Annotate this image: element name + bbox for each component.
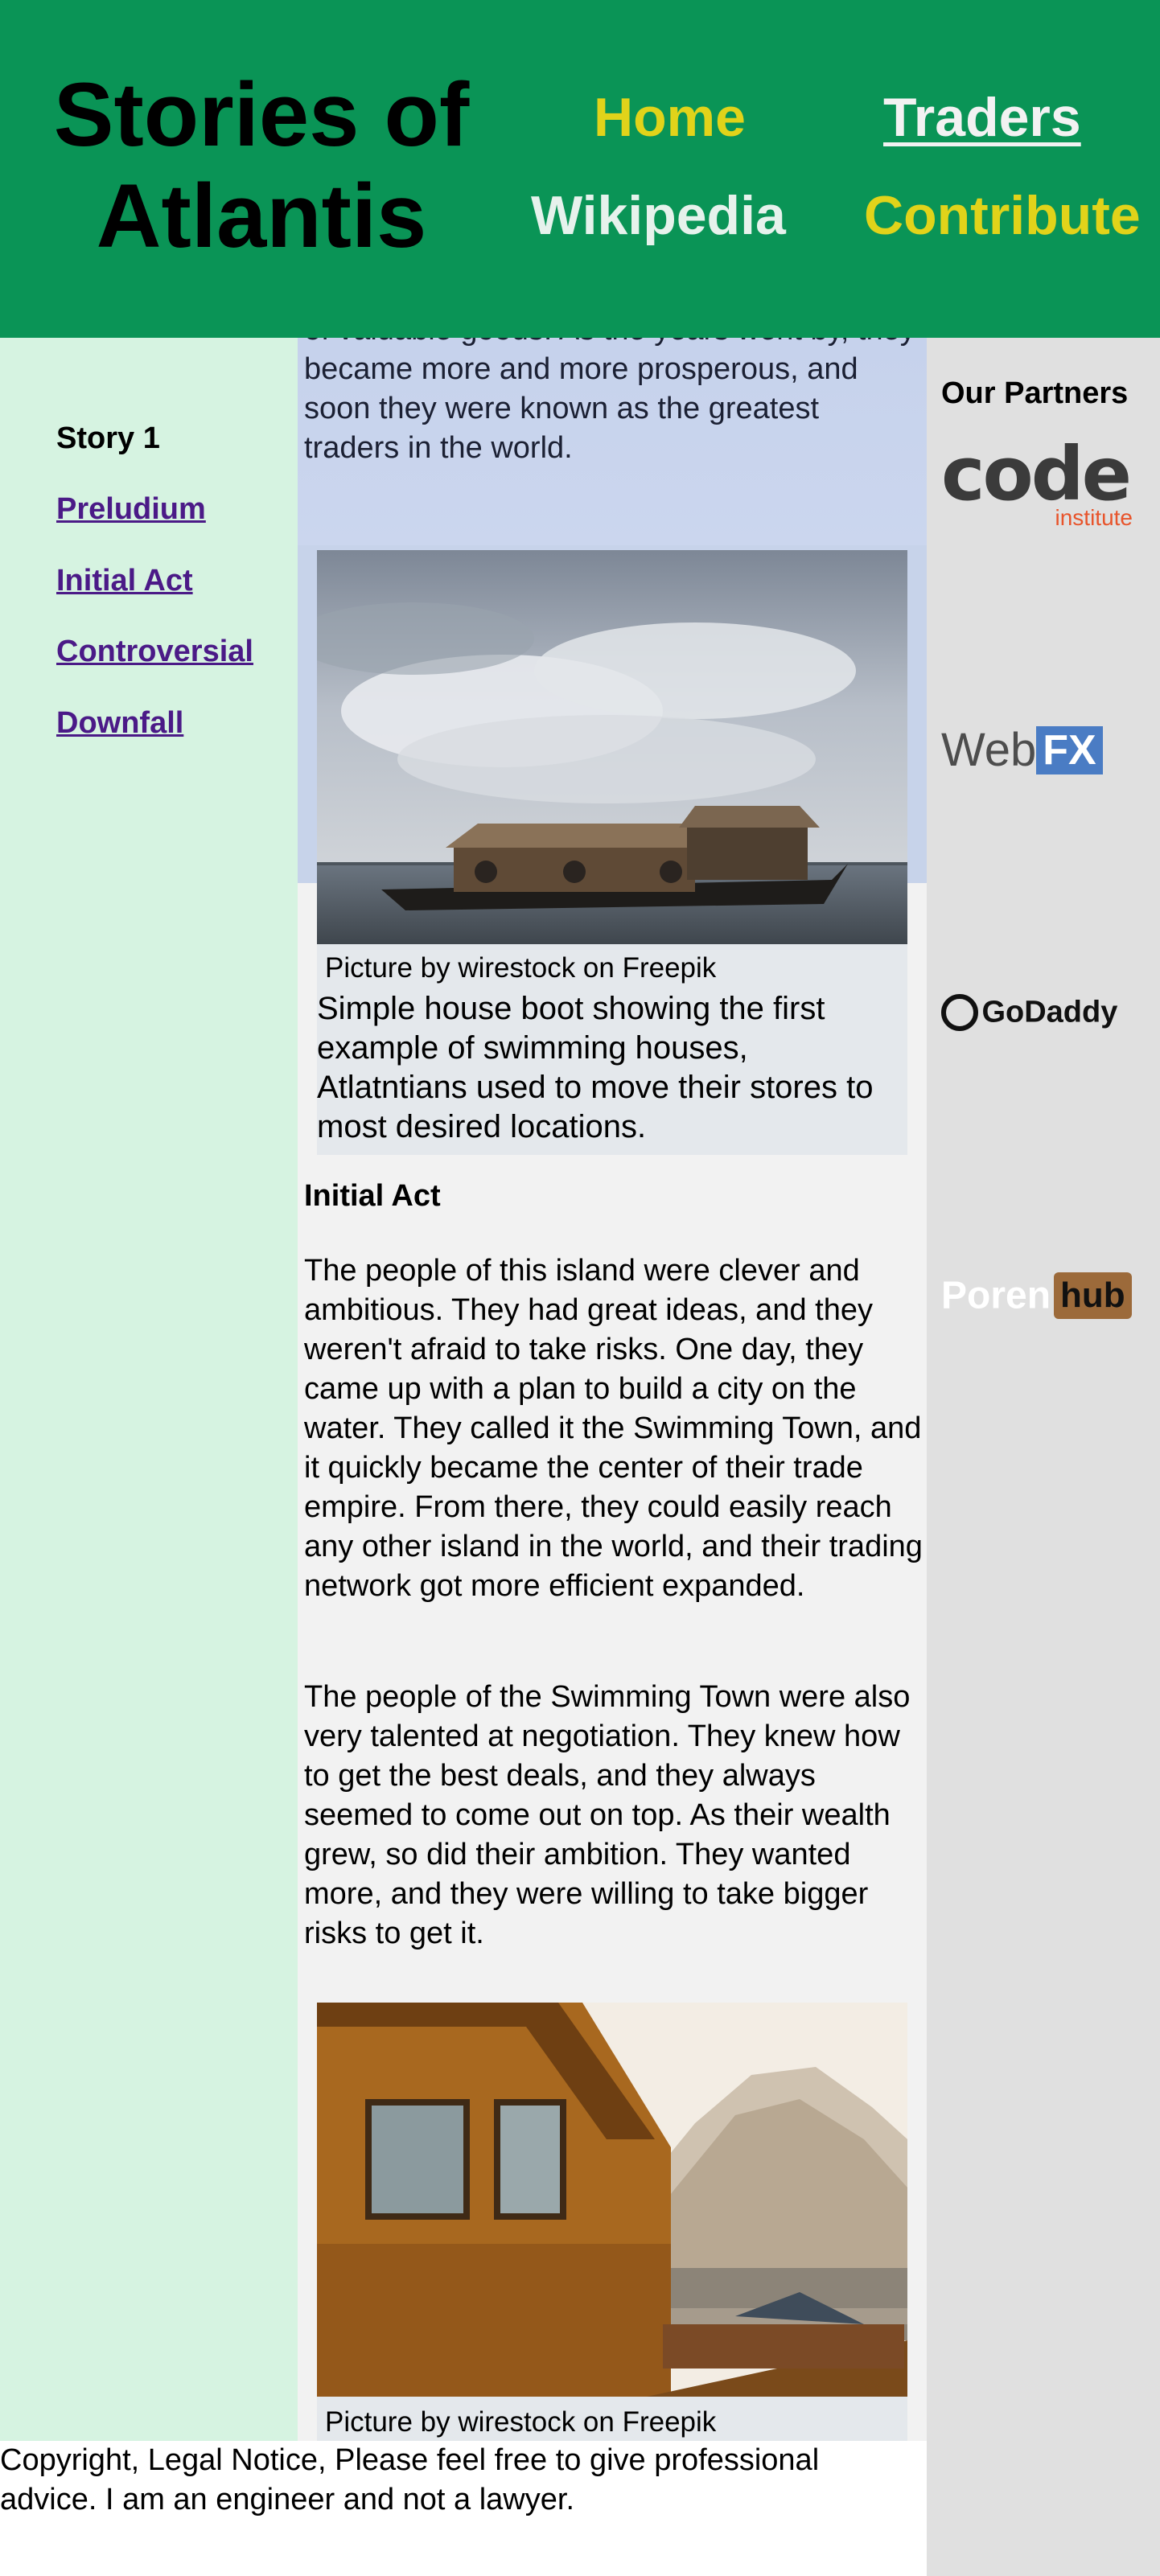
nav-traders-link[interactable]: Traders xyxy=(883,85,1081,150)
code-institute-sub: institute xyxy=(1055,505,1133,530)
sidebar-link-controversial[interactable]: Controversial xyxy=(56,635,253,669)
story-heading: Story 1 xyxy=(56,421,160,455)
right-sidebar: Our Partners code institute Web FX GoDadd… xyxy=(927,338,1160,2576)
sidebar-link-preludium[interactable]: Preludium xyxy=(56,492,206,527)
site-title: Stories of Atlantis xyxy=(53,64,470,266)
sidebar-link-downfall[interactable]: Downfall xyxy=(56,706,183,741)
paragraph-1: The people of this island were clever an… xyxy=(304,1254,923,1603)
code-institute-wordmark: code xyxy=(941,431,1132,517)
houseboat-image xyxy=(317,550,907,944)
pornhub-logo[interactable]: Poren hub xyxy=(941,1272,1134,1324)
site-header: Stories of Atlantis Home Traders Wikiped… xyxy=(0,0,1160,338)
code-institute-logo[interactable]: code institute xyxy=(941,438,1134,531)
figure1-caption: Simple house boot showing the first exam… xyxy=(317,991,874,1144)
godaddy-logo[interactable]: GoDaddy xyxy=(941,994,1134,1042)
paragraph-2: The people of the Swimming Town were als… xyxy=(304,1680,911,1950)
figure-houseboat: Picture by wirestock on Freepik Simple h… xyxy=(317,550,907,1155)
nav-home-link[interactable]: Home xyxy=(594,85,746,150)
footer-text: Copyright, Legal Notice, Please feel fre… xyxy=(0,2443,820,2516)
webfx-badge: FX xyxy=(1036,726,1103,774)
section-heading-initial-act: Initial Act xyxy=(304,1179,441,1213)
godaddy-wordmark: GoDaddy xyxy=(981,995,1118,1029)
figure-wooden-house: Picture by wirestock on Freepik xyxy=(317,2003,907,2441)
left-sidebar: Story 1 Preludium Initial Act Controvers… xyxy=(0,338,298,2441)
nav-wikipedia-link[interactable]: Wikipedia xyxy=(531,183,786,248)
top-banner: of valuable goods. As the years went by,… xyxy=(298,338,927,545)
sidebar-link-initial-act[interactable]: Initial Act xyxy=(56,564,193,598)
main-content: of valuable goods. As the years went by,… xyxy=(298,338,927,2441)
pornhub-wordmark: Poren xyxy=(941,1274,1051,1317)
figure1-credit: Picture by wirestock on Freepik xyxy=(325,952,717,984)
nav-contribute-link[interactable]: Contribute xyxy=(864,183,1141,248)
partners-heading: Our Partners xyxy=(941,376,1129,410)
webfx-logo[interactable]: Web FX xyxy=(941,722,1134,779)
pornhub-badge: hub xyxy=(1054,1272,1132,1319)
wooden-house-image xyxy=(317,2003,907,2397)
intro-paragraph: of valuable goods. As the years went by,… xyxy=(304,338,915,465)
site-footer: Copyright, Legal Notice, Please feel fre… xyxy=(0,2441,927,2576)
webfx-wordmark: Web xyxy=(941,724,1037,776)
figure2-credit: Picture by wirestock on Freepik xyxy=(325,2406,717,2438)
godaddy-icon xyxy=(941,994,978,1031)
